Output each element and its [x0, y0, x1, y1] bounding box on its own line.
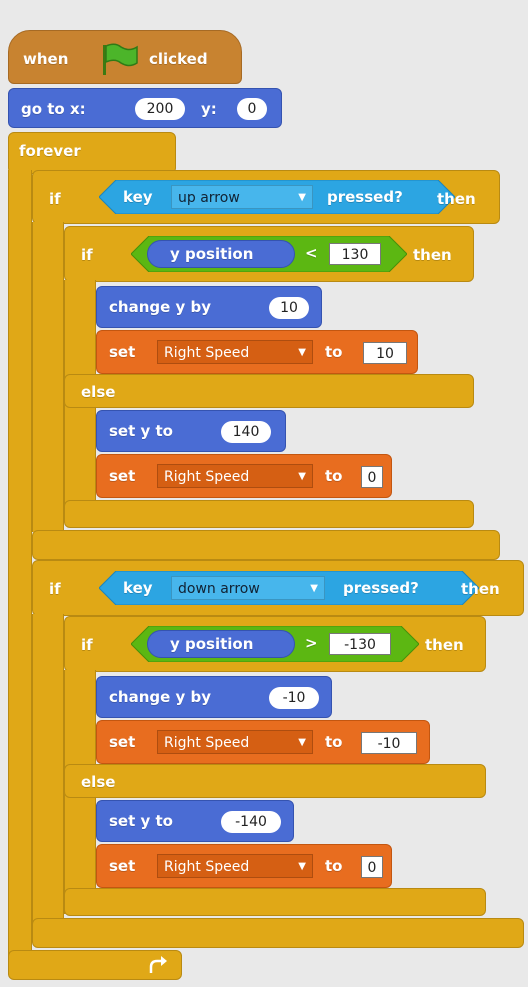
if-up-header[interactable]: if key up arrow ▼ pressed? then: [32, 170, 500, 224]
set-y-block[interactable]: set y to -140: [96, 800, 294, 842]
when-flag-clicked-block[interactable]: when clicked: [8, 30, 242, 84]
forever-label: forever: [19, 142, 81, 160]
set-variable-block[interactable]: set Right Speed ▼ to 10: [96, 330, 418, 374]
else-label: else: [81, 773, 116, 791]
set-variable-block[interactable]: set Right Speed ▼ to 0: [96, 454, 392, 498]
to-label: to: [325, 343, 343, 361]
change-y-label: change y by: [109, 688, 212, 706]
set-variable-block[interactable]: set Right Speed ▼ to -10: [96, 720, 430, 764]
if-label: if: [49, 580, 61, 598]
if-down-header[interactable]: if key down arrow ▼ pressed? then: [32, 560, 524, 616]
compare-value-input[interactable]: 130: [329, 243, 381, 265]
chevron-down-icon: ▼: [298, 737, 306, 748]
set-y-input[interactable]: -140: [221, 811, 281, 833]
if-ypos-greater-header[interactable]: if y position > -130 then: [64, 616, 486, 672]
x-input[interactable]: 200: [135, 98, 185, 120]
key-dropdown-value: down arrow: [178, 581, 260, 597]
key-label: key: [123, 579, 153, 597]
then-label: then: [461, 580, 500, 598]
variable-dropdown-value: Right Speed: [164, 345, 250, 361]
y-input[interactable]: 0: [237, 98, 267, 120]
go-to-xy-block[interactable]: go to x: 200 y: 0: [8, 88, 282, 128]
pressed-label: pressed?: [327, 188, 403, 206]
set-value-input[interactable]: 0: [361, 466, 383, 488]
when-label: when: [23, 50, 69, 68]
set-value-input[interactable]: 0: [361, 856, 383, 878]
key-pressed-reporter[interactable]: key up arrow ▼ pressed?: [99, 180, 455, 214]
set-y-input[interactable]: 140: [221, 421, 271, 443]
if-up-arm: [32, 222, 64, 532]
variable-dropdown[interactable]: Right Speed ▼: [157, 340, 313, 364]
key-dropdown-value: up arrow: [178, 190, 240, 206]
set-label: set: [109, 857, 136, 875]
variable-dropdown[interactable]: Right Speed ▼: [157, 854, 313, 878]
set-y-label: set y to: [109, 812, 173, 830]
to-label: to: [325, 733, 343, 751]
key-label: key: [123, 188, 153, 206]
chevron-down-icon: ▼: [298, 471, 306, 482]
set-value-input[interactable]: -10: [361, 732, 417, 754]
less-than-sign: <: [305, 244, 318, 262]
set-value-input[interactable]: 10: [363, 342, 407, 364]
inner-then-label: then: [413, 246, 452, 264]
forever-block-arm: [8, 170, 32, 956]
pressed-label: pressed?: [343, 579, 419, 597]
variable-dropdown[interactable]: Right Speed ▼: [157, 464, 313, 488]
else-bar: else: [64, 764, 486, 798]
if-down-arm: [32, 614, 64, 932]
y-label: y:: [201, 100, 217, 118]
forever-block-header[interactable]: forever: [8, 132, 176, 174]
if-label: if: [49, 190, 61, 208]
set-label: set: [109, 733, 136, 751]
less-than-operator[interactable]: y position < 130: [131, 236, 407, 272]
if-up-footer: [32, 530, 500, 560]
forever-block-footer[interactable]: [8, 950, 182, 980]
to-label: to: [325, 467, 343, 485]
inner-if-label: if: [81, 246, 93, 264]
go-to-x-label: go to x:: [21, 100, 86, 118]
change-y-input[interactable]: 10: [269, 297, 309, 319]
key-dropdown[interactable]: down arrow ▼: [171, 576, 325, 600]
change-y-block[interactable]: change y by 10: [96, 286, 322, 328]
change-y-input[interactable]: -10: [269, 687, 319, 709]
if-down-footer: [32, 918, 524, 948]
green-flag-icon: [99, 41, 141, 77]
set-y-label: set y to: [109, 422, 173, 440]
then-label: then: [437, 190, 476, 208]
compare-value-input[interactable]: -130: [329, 633, 391, 655]
y-position-reporter[interactable]: y position: [147, 240, 295, 268]
inner-if-down-footer: [64, 888, 486, 916]
variable-dropdown[interactable]: Right Speed ▼: [157, 730, 313, 754]
y-position-label: y position: [170, 635, 254, 653]
y-position-reporter[interactable]: y position: [147, 630, 295, 658]
inner-if-label: if: [81, 636, 93, 654]
variable-dropdown-value: Right Speed: [164, 859, 250, 875]
clicked-label: clicked: [149, 50, 208, 68]
variable-dropdown-value: Right Speed: [164, 469, 250, 485]
change-y-block[interactable]: change y by -10: [96, 676, 332, 718]
key-pressed-reporter[interactable]: key down arrow ▼ pressed?: [99, 571, 479, 605]
chevron-down-icon: ▼: [298, 861, 306, 872]
else-label: else: [81, 383, 116, 401]
set-label: set: [109, 343, 136, 361]
set-y-block[interactable]: set y to 140: [96, 410, 286, 452]
chevron-down-icon: ▼: [298, 192, 306, 203]
chevron-down-icon: ▼: [298, 347, 306, 358]
else-bar: else: [64, 374, 474, 408]
inner-then-label: then: [425, 636, 464, 654]
chevron-down-icon: ▼: [310, 583, 318, 594]
to-label: to: [325, 857, 343, 875]
y-position-label: y position: [170, 245, 254, 263]
key-dropdown[interactable]: up arrow ▼: [171, 185, 313, 209]
greater-than-sign: >: [305, 634, 318, 652]
greater-than-operator[interactable]: y position > -130: [131, 626, 419, 662]
set-variable-block[interactable]: set Right Speed ▼ to 0: [96, 844, 392, 888]
change-y-label: change y by: [109, 298, 212, 316]
variable-dropdown-value: Right Speed: [164, 735, 250, 751]
loop-arrow-icon: [147, 955, 171, 977]
inner-if-up-footer: [64, 500, 474, 528]
if-ypos-less-header[interactable]: if y position < 130 then: [64, 226, 474, 282]
set-label: set: [109, 467, 136, 485]
